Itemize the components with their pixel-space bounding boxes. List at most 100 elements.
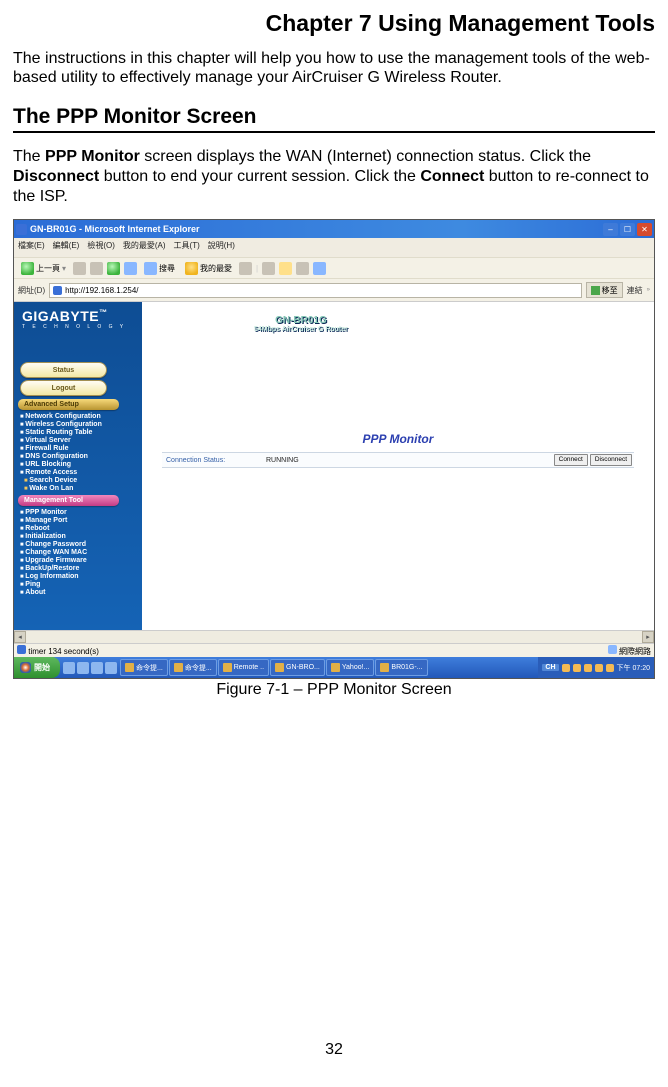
ql-icon[interactable]: [77, 662, 89, 674]
tray-icon[interactable]: [595, 664, 603, 672]
sidebar-item[interactable]: Change Password: [20, 540, 142, 548]
mail-icon[interactable]: [262, 262, 275, 275]
search-button[interactable]: 搜尋: [141, 261, 178, 276]
tray-icon[interactable]: [562, 664, 570, 672]
tray-icon[interactable]: [584, 664, 592, 672]
ie-icon: [16, 224, 27, 235]
connect-button[interactable]: Connect: [554, 454, 588, 466]
links-label[interactable]: 連結: [627, 285, 643, 296]
brand-logo: GIGABYTE™ T E C H N O L O G Y: [22, 308, 126, 330]
task-button[interactable]: Yahoo!...: [326, 659, 375, 676]
ql-icon[interactable]: [63, 662, 75, 674]
go-button[interactable]: 移至: [586, 282, 623, 298]
sidebar-item[interactable]: About: [20, 588, 142, 596]
text-span: button to end your current session. Clic…: [99, 168, 420, 185]
ql-icon[interactable]: [105, 662, 117, 674]
sidebar-item[interactable]: Manage Port: [20, 516, 142, 524]
ie-status-bar: timer 134 second(s) 網際網路: [14, 643, 654, 657]
sidebar-item-ppp-monitor[interactable]: PPP Monitor: [20, 508, 142, 516]
ie-menubar[interactable]: 檔案(E) 編輯(E) 檢視(O) 我的最愛(A) 工具(T) 說明(H): [14, 238, 654, 258]
sidebar-item[interactable]: Wake On Lan: [24, 484, 142, 492]
task-button[interactable]: BR01G-...: [375, 659, 427, 676]
tray-icon[interactable]: [606, 664, 614, 672]
sidebar-item[interactable]: Change WAN MAC: [20, 548, 142, 556]
task-icon: [125, 663, 134, 672]
back-label: 上一頁: [36, 263, 60, 274]
ppp-monitor-title: PPP Monitor: [142, 432, 654, 446]
refresh-icon[interactable]: [107, 262, 120, 275]
scroll-right-icon[interactable]: ▸: [642, 631, 654, 643]
edit-icon[interactable]: [313, 262, 326, 275]
search-label: 搜尋: [159, 263, 175, 274]
sidebar-item[interactable]: Virtual Server: [20, 436, 142, 444]
window-title: GN-BR01G - Microsoft Internet Explorer: [30, 224, 200, 234]
favorites-button[interactable]: 我的最愛: [182, 261, 235, 276]
text-span: screen displays the WAN (Internet) conne…: [140, 148, 591, 165]
task-label: 命令提...: [136, 663, 163, 673]
task-label: Remote ..: [234, 664, 264, 671]
status-button[interactable]: Status: [20, 362, 107, 378]
task-icon: [380, 663, 389, 672]
folder-icon[interactable]: [279, 262, 292, 275]
sidebar-item[interactable]: Static Routing Table: [20, 428, 142, 436]
taskbar-tasks: 命令提... 命令提... Remote .. GN-BRO... Yahoo!…: [120, 659, 536, 676]
sidebar-item[interactable]: Upgrade Firmware: [20, 556, 142, 564]
scroll-track[interactable]: [26, 631, 642, 643]
sidebar-item[interactable]: Network Configuration: [20, 412, 142, 420]
maximize-button[interactable]: ☐: [620, 223, 635, 236]
screenshot-figure: GN-BR01G - Microsoft Internet Explorer –…: [13, 219, 655, 679]
task-button[interactable]: 命令提...: [169, 659, 217, 676]
task-button[interactable]: Remote ..: [218, 659, 269, 676]
sidebar-item[interactable]: URL Blocking: [20, 460, 142, 468]
star-icon: [185, 262, 198, 275]
print-icon[interactable]: [296, 262, 309, 275]
ie-address-bar: 網址(D) http://192.168.1.254/ 移至 連結»: [14, 279, 654, 302]
close-button[interactable]: ✕: [637, 223, 652, 236]
go-icon: [591, 286, 600, 295]
sidebar-item[interactable]: BackUp/Restore: [20, 564, 142, 572]
tray-icon[interactable]: [573, 664, 581, 672]
sidebar-item[interactable]: Ping: [20, 580, 142, 588]
home-icon[interactable]: [124, 262, 137, 275]
sidebar-item[interactable]: Reboot: [20, 524, 142, 532]
product-name: GN-BR01G 54Mbps AirCruiser G Router: [254, 315, 348, 333]
logout-button[interactable]: Logout: [20, 380, 107, 396]
task-button[interactable]: 命令提...: [120, 659, 168, 676]
task-label: BR01G-...: [391, 664, 422, 671]
address-label: 網址(D): [18, 285, 45, 296]
address-input[interactable]: http://192.168.1.254/: [49, 283, 582, 298]
management-tool-header[interactable]: Management Tool: [18, 495, 119, 506]
connection-status-label: Connection Status:: [162, 457, 266, 464]
sidebar-item[interactable]: Initialization: [20, 532, 142, 540]
sidebar-item[interactable]: DNS Configuration: [20, 452, 142, 460]
connection-status-value: RUNNING: [266, 457, 554, 464]
scroll-left-icon[interactable]: ◂: [14, 631, 26, 643]
sidebar-item[interactable]: Remote Access: [20, 468, 142, 476]
sidebar-item[interactable]: Firewall Rule: [20, 444, 142, 452]
page-icon: [53, 286, 62, 295]
start-button[interactable]: 開始: [14, 657, 60, 678]
minimize-button[interactable]: –: [603, 223, 618, 236]
sidebar-item[interactable]: Log Information: [20, 572, 142, 580]
advanced-setup-header[interactable]: Advanced Setup: [18, 399, 119, 410]
task-button[interactable]: GN-BRO...: [270, 659, 325, 676]
disconnect-button[interactable]: Disconnect: [590, 454, 632, 466]
ql-icon[interactable]: [91, 662, 103, 674]
brand-subtext: T E C H N O L O G Y: [22, 324, 126, 330]
task-icon: [331, 663, 340, 672]
horizontal-scrollbar[interactable]: ◂ ▸: [14, 630, 654, 643]
browser-viewport: GIGABYTE™ T E C H N O L O G Y GN-BR01G 5…: [14, 302, 654, 630]
main-pane: PPP Monitor Connection Status: RUNNING C…: [142, 302, 654, 630]
model-label: GN-BR01G: [275, 315, 327, 326]
sidebar-item[interactable]: Wireless Configuration: [20, 420, 142, 428]
internet-zone-label: 網際網路: [619, 647, 651, 656]
forward-icon[interactable]: [73, 262, 86, 275]
back-button[interactable]: 上一頁▾: [18, 261, 69, 276]
ie-title-bar: GN-BR01G - Microsoft Internet Explorer –…: [14, 220, 654, 238]
history-icon[interactable]: [239, 262, 252, 275]
language-indicator[interactable]: CH: [542, 664, 558, 671]
model-sublabel: 54Mbps AirCruiser G Router: [254, 326, 348, 333]
sidebar-item[interactable]: Search Device: [24, 476, 142, 484]
advanced-sublist: Search Device Wake On Lan: [24, 476, 142, 492]
stop-icon[interactable]: [90, 262, 103, 275]
